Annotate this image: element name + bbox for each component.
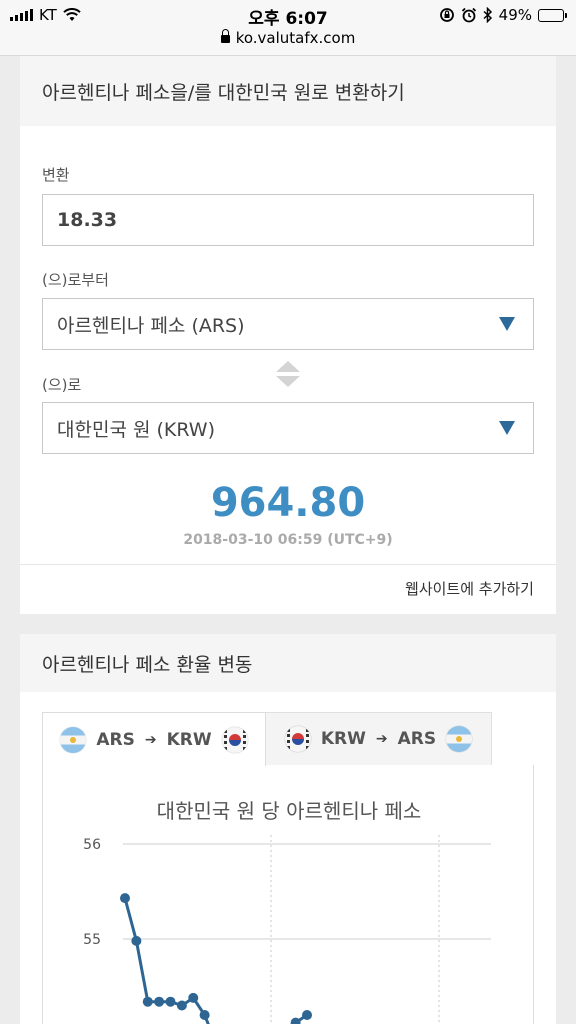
bluetooth-icon [483,7,492,23]
tab-to: KRW [166,729,212,750]
y-tick-label: 55 [83,932,101,948]
amount-input[interactable]: 18.33 [42,194,534,246]
to-label: (으)로 [42,376,82,394]
tab-ars-krw[interactable]: ARS ➔ KRW [42,712,266,766]
to-currency-value: 대한민국 원 (KRW) [57,418,215,441]
status-right: 49% [439,6,567,24]
data-point [176,1000,187,1011]
tab-from: ARS [96,729,135,750]
amount-label: 변환 [42,166,70,184]
korea-flag-icon [284,726,311,752]
data-point [120,893,130,904]
rotation-lock-icon [439,8,454,22]
battery-percent: 49% [498,6,532,24]
from-currency-select[interactable]: 아르헨티나 페소 (ARS) [42,298,534,350]
rate-history-card: 아르헨티나 페소 환율 변동 ARS ➔ KRW KRW ➔ ARS 대한민국 … [20,634,556,1024]
data-point [142,996,153,1007]
history-title: 아르헨티나 페소 환율 변동 [20,634,556,692]
argentina-flag-icon [60,726,87,753]
arrow-right-icon: ➔ [144,731,157,748]
tab-krw-ars[interactable]: KRW ➔ ARS [266,712,492,766]
lock-icon [220,29,230,43]
swap-currencies-icon[interactable] [276,361,300,389]
data-point [154,996,165,1007]
url-text: ko.valutafx.com [235,29,356,47]
dropdown-arrow-icon [499,317,515,331]
chart-panel: 대한민국 원 당 아르헨티나 페소 56 55 [42,765,534,1024]
conversion-result: 964.80 [210,480,366,526]
data-point [165,996,176,1007]
battery-icon [538,8,567,22]
data-point [199,1010,210,1020]
direction-tabs: ARS ➔ KRW KRW ➔ ARS [42,712,534,766]
tab-from: KRW [320,729,366,749]
alarm-icon [461,7,476,23]
data-point [131,935,142,946]
tab-to: ARS [397,729,437,749]
arrow-right-icon: ➔ [375,731,388,747]
to-currency-select[interactable]: 대한민국 원 (KRW) [42,402,534,454]
converter-title: 아르헨티나 페소을/를 대한민국 원로 변환하기 [20,56,556,126]
data-point [188,992,199,1003]
argentina-flag-icon [446,726,473,752]
y-tick-label: 56 [83,837,101,853]
add-to-website-link[interactable]: 웹사이트에 추가하기 [405,578,534,599]
series-line [123,897,308,1024]
converter-card: 아르헨티나 페소을/를 대한민국 원로 변환하기 변환 18.33 (으)로부터… [20,56,556,614]
rate-timestamp: 2018-03-10 06:59 (UTC+9) [183,532,393,548]
divider [20,564,556,565]
from-currency-value: 아르헨티나 페소 (ARS) [57,314,245,337]
dropdown-arrow-icon [499,421,515,435]
from-label: (으)로부터 [42,271,109,289]
status-bar: KT 오후 6:07 49% ko.valutafx.com [0,0,576,56]
rate-line-chart: 56 55 [83,835,491,1024]
address-bar[interactable]: ko.valutafx.com [0,29,576,47]
korea-flag-icon [221,726,248,753]
data-point [302,1010,312,1020]
amount-value: 18.33 [57,209,118,231]
